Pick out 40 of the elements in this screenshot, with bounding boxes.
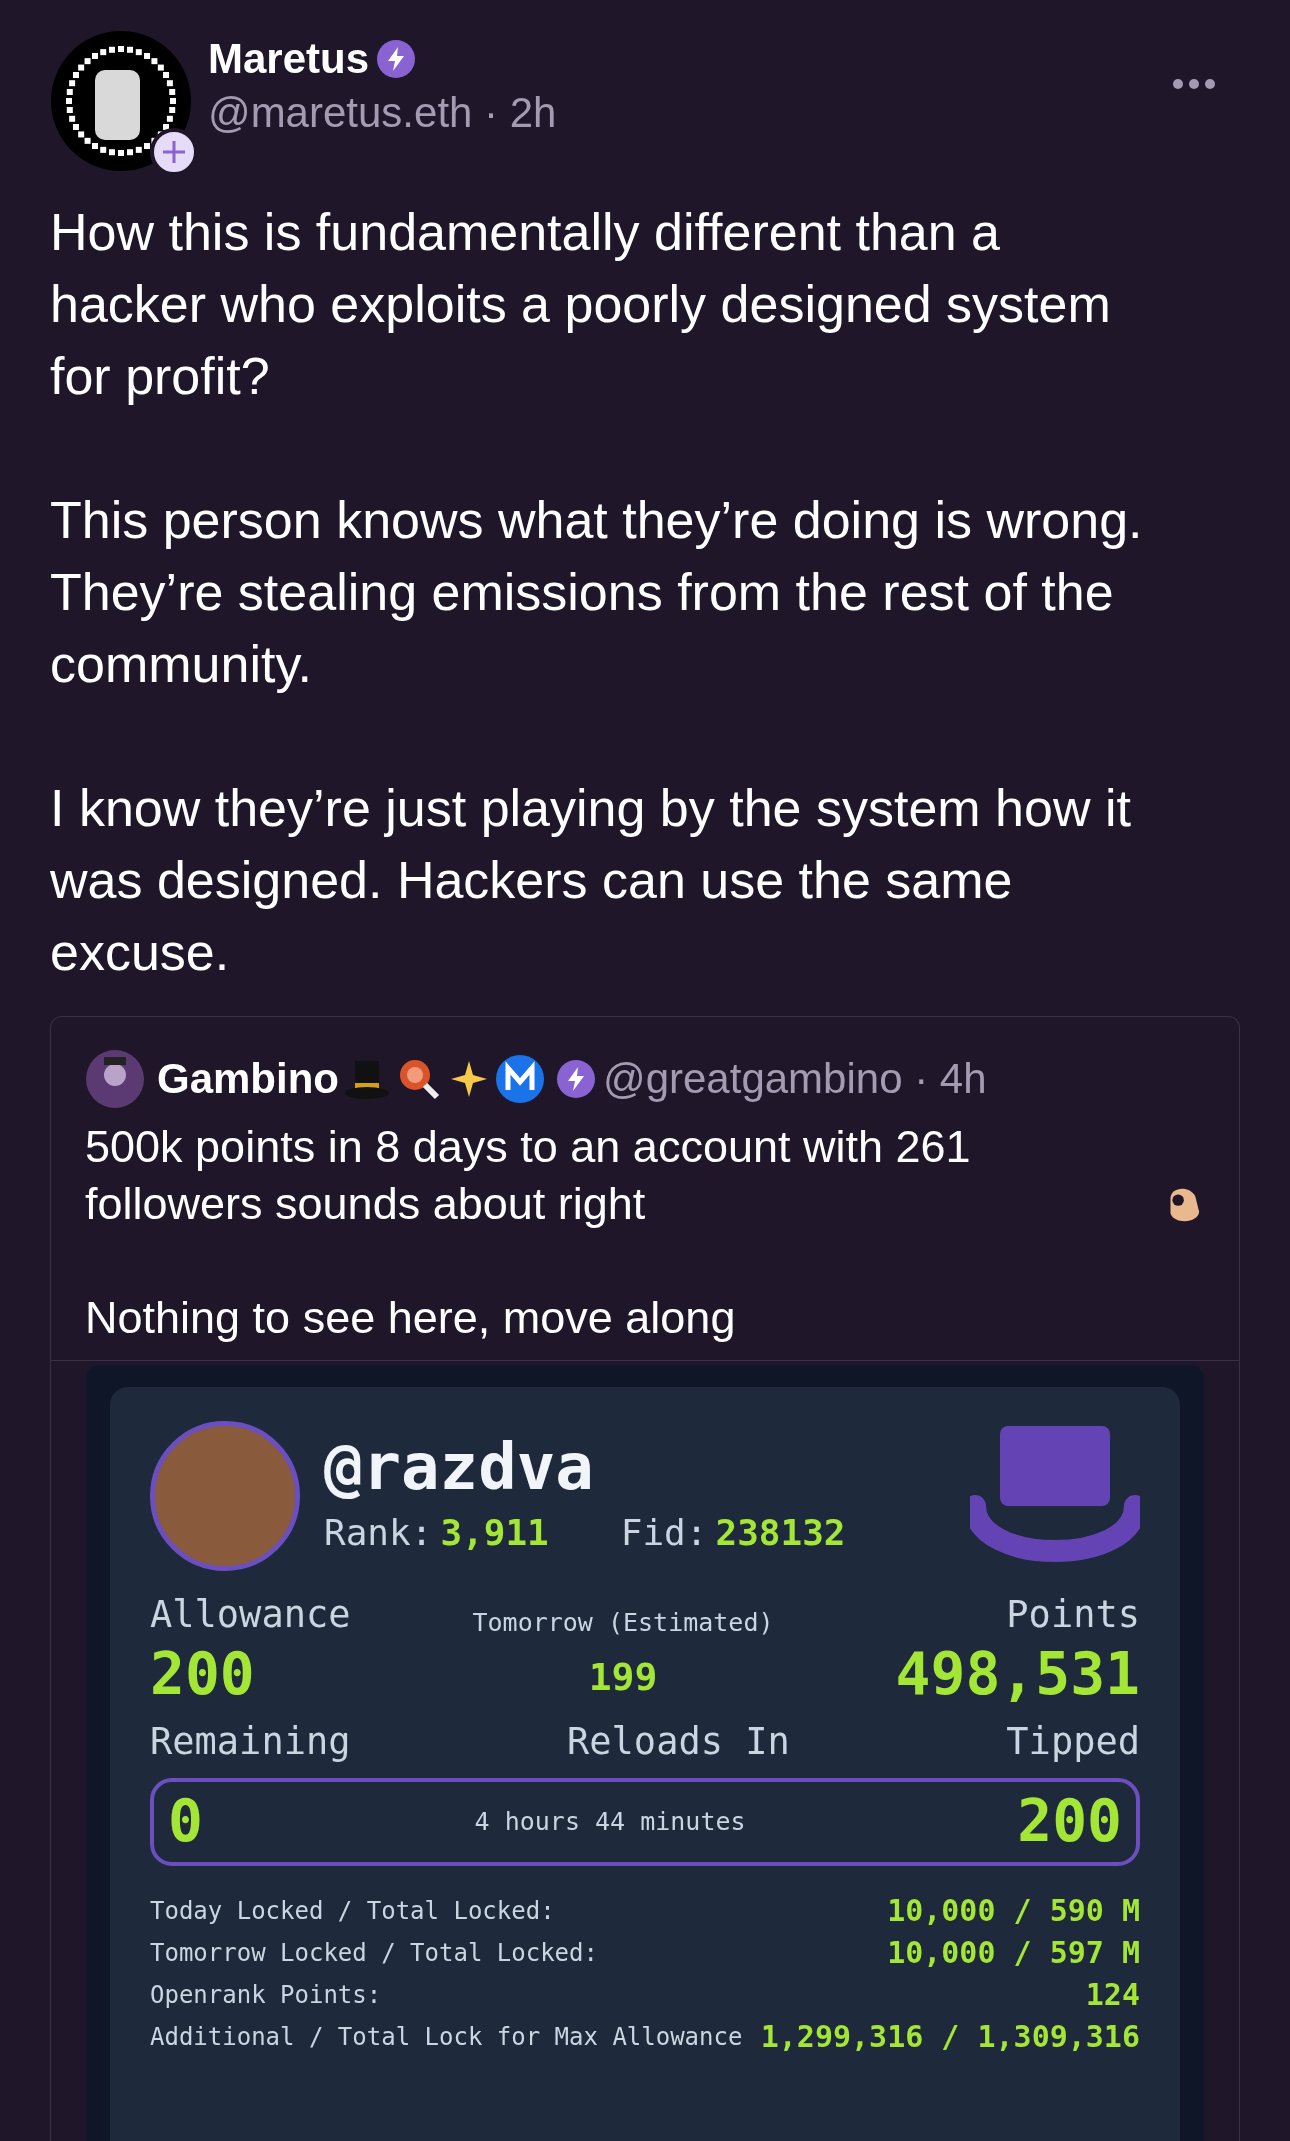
rank-label: Rank: bbox=[324, 1511, 433, 1556]
lightning-badge-icon bbox=[377, 40, 416, 79]
fid-value: 238132 bbox=[715, 1511, 846, 1556]
stat-value: 199 bbox=[587, 1654, 659, 1702]
quote-author-name: Gambino bbox=[157, 1054, 339, 1104]
username: @razdva bbox=[324, 1431, 595, 1503]
plus-icon bbox=[160, 138, 188, 166]
counter-label: Tipped bbox=[1006, 1719, 1140, 1766]
counter-value: 4 hours 44 minutes bbox=[474, 1805, 746, 1838]
stat-label: Tomorrow (Estimated) bbox=[471, 1606, 775, 1639]
lightning-badge-icon bbox=[557, 1059, 595, 1098]
m-circle-icon bbox=[495, 1053, 545, 1104]
lock-value: 1,299,316 / 1,309,316 bbox=[760, 2017, 1140, 2056]
author-handle: @maretus.eth · 2h bbox=[208, 88, 558, 139]
post-paragraph: This person knows what they’re doing is wrong. They’re stealing emissions from the rest of the community. bbox=[50, 490, 1144, 695]
more-options-icon bbox=[1172, 78, 1216, 90]
fid-label: Fid: bbox=[619, 1511, 708, 1556]
lock-value: 124 bbox=[1085, 1975, 1140, 2014]
quote-paragraph: Nothing to see here, move along bbox=[85, 1291, 737, 1345]
quote-author-handle: @greatgambino · 4h bbox=[603, 1054, 987, 1104]
post-paragraph: How this is fundamentally different than a hacker who exploits a poorly designed system for profit? bbox=[50, 202, 1112, 407]
avatar bbox=[85, 1048, 145, 1109]
lock-label: Today Locked / Total Locked: bbox=[150, 1895, 555, 1927]
quote-paragraph: 500k points in 8 days to an account with 261 followers sounds about right bbox=[85, 1120, 972, 1231]
lock-label: Openrank Points: bbox=[150, 1979, 382, 2011]
lock-value: 10,000 / 590 M bbox=[887, 1891, 1140, 1930]
stat-label: Allowance bbox=[150, 1592, 351, 1638]
author-name: Maretus bbox=[208, 34, 370, 84]
lock-value: 10,000 / 597 M bbox=[887, 1933, 1140, 1972]
post-paragraph: I know they’re just playing by the system how it was designed. Hackers can use the same excuse. bbox=[50, 778, 1132, 983]
counter-label: Remaining bbox=[150, 1719, 351, 1766]
stat-value: 200 bbox=[150, 1642, 256, 1707]
counter-label: Reloads In bbox=[567, 1719, 790, 1766]
rank-value: 3,911 bbox=[440, 1511, 549, 1556]
stat-value: 498,531 bbox=[895, 1642, 1140, 1707]
stat-label: Points bbox=[1005, 1592, 1140, 1638]
lock-label: Additional / Total Lock for Max Allowance bbox=[150, 2021, 743, 2053]
counter-value: 0 bbox=[168, 1789, 203, 1854]
counter-value: 200 bbox=[1017, 1789, 1122, 1854]
lock-label: Tomorrow Locked / Total Locked: bbox=[150, 1937, 598, 1969]
